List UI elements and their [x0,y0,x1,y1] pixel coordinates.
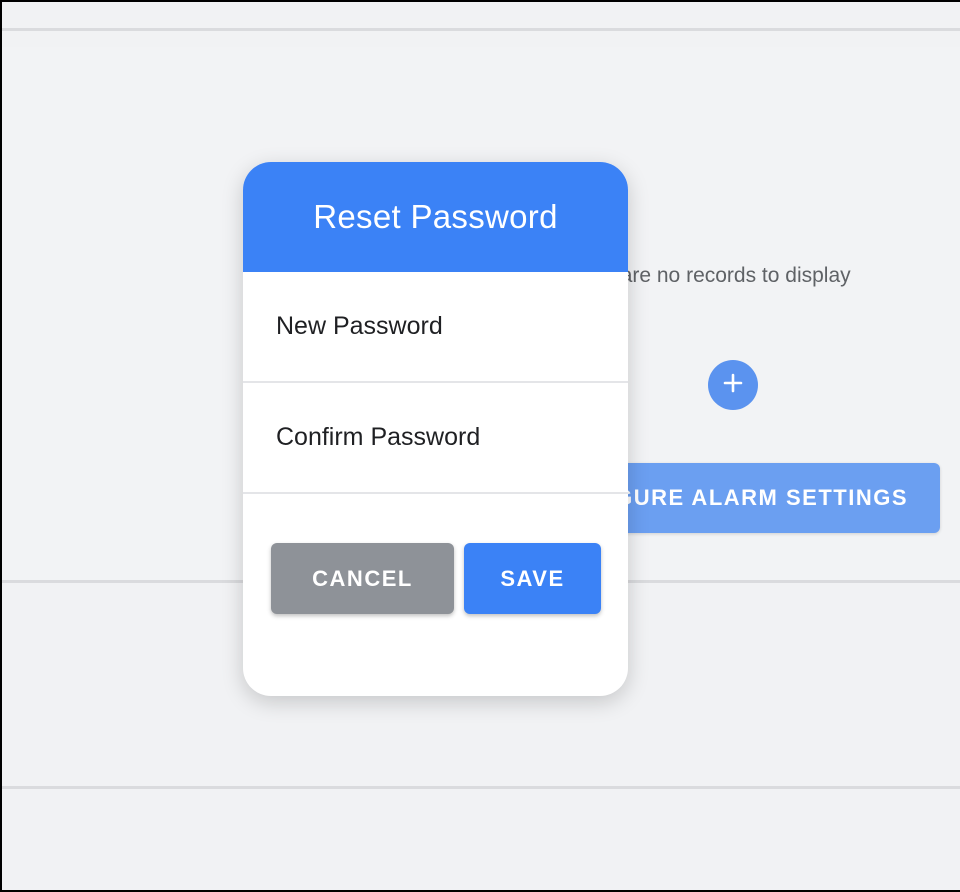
dialog-actions: CANCEL SAVE [271,543,601,614]
new-password-row [243,272,628,383]
cancel-button[interactable]: CANCEL [271,543,454,614]
save-button[interactable]: SAVE [464,543,601,614]
confirm-password-field[interactable] [276,423,596,452]
divider-top [2,28,960,31]
add-record-button[interactable] [708,360,758,410]
new-password-field[interactable] [276,312,596,341]
reset-password-dialog: Reset Password CANCEL SAVE [243,162,628,696]
confirm-password-row [243,383,628,494]
divider-bottom [2,786,960,789]
plus-icon [722,372,744,399]
dialog-header: Reset Password [243,162,628,272]
dialog-title: Reset Password [313,198,558,235]
